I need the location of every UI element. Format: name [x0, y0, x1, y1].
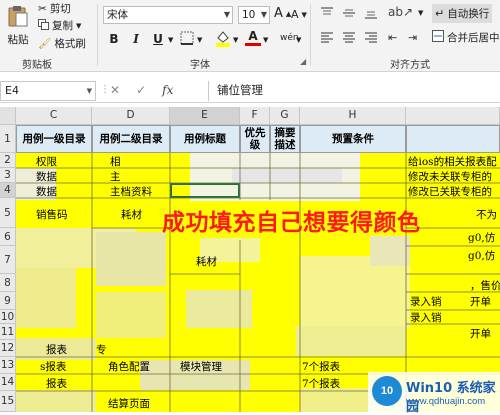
win10-logo-icon: 10	[372, 376, 402, 406]
watermark: 10 Win10 系统家园 www.qdhuajin.com	[368, 372, 500, 415]
watermark-url: www.qdhuajin.com	[406, 396, 486, 407]
annotation-text: 成功填充自己想要得颜色	[162, 210, 421, 236]
